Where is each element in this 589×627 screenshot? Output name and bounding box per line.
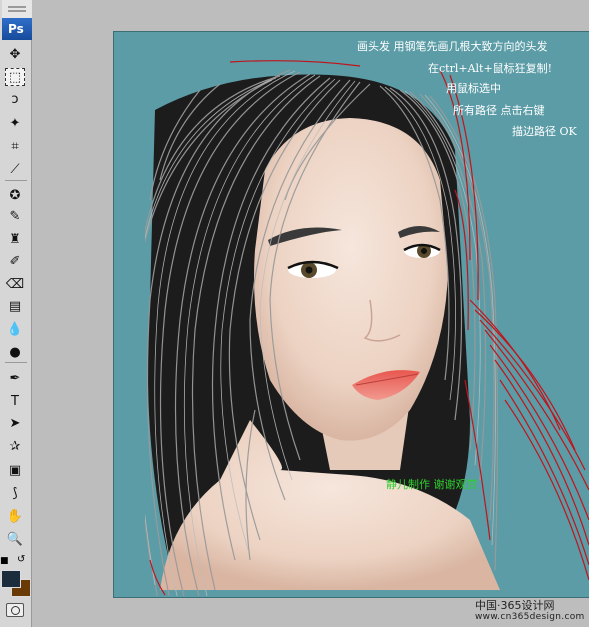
credit-text: 静儿制作 谢谢观赏 [386,478,478,491]
note-line-4: 所有路径 点击右键 [453,104,545,117]
note-line-5: 描边路径 OK [512,125,577,138]
note-line-1: 画头发 用钢笔先画几根大致方向的头发 [357,40,548,53]
note-line-3: 用鼠标选中 [446,82,501,95]
site-watermark: 中国·365设计网 www.cn365design.com [475,597,585,622]
note-line-2: 在ctrl+Alt+鼠标狂复制! [428,62,553,75]
watermark-title: 中国·365设计网 [475,599,555,612]
watermark-url: www.cn365design.com [475,612,585,622]
